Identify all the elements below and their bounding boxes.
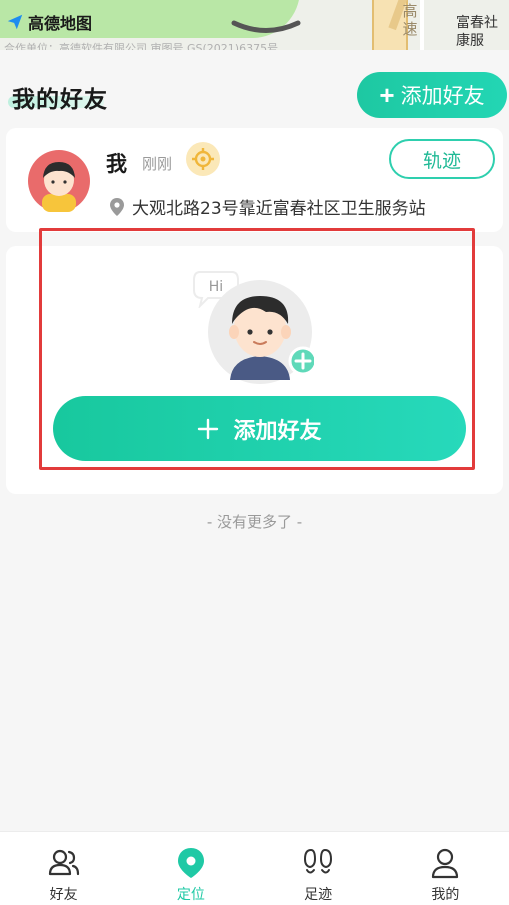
avatar <box>28 150 90 212</box>
my-address: 大观北路23号靠近富春社区卫生服务站 <box>110 194 426 219</box>
tab-profile[interactable]: 我的 <box>382 832 509 905</box>
map-brand-text: 高德地图 <box>28 14 93 33</box>
highlight-frame <box>39 228 475 470</box>
add-friend-button[interactable]: + 添加好友 <box>357 72 507 118</box>
bottom-tabbar: 好友 定位 足迹 我的 <box>0 831 509 905</box>
my-address-text: 大观北路23号靠近富春社区卫生服务站 <box>132 199 426 219</box>
section-header: 我的好友 <box>8 80 108 114</box>
list-end-text: - 没有更多了 - <box>206 513 303 531</box>
tab-label: 定位 <box>176 887 205 903</box>
location-pin-icon <box>177 848 204 878</box>
tab-label: 我的 <box>431 887 460 903</box>
tab-friends[interactable]: 好友 <box>0 832 127 905</box>
map-copyright: 合作单位：高德软件有限公司 审图号 GS(2021)6375号 <box>4 42 279 50</box>
friends-icon <box>48 849 79 876</box>
footprints-icon <box>304 848 333 874</box>
map-road <box>420 0 424 50</box>
plus-icon: + <box>379 80 395 110</box>
last-updated-time: 刚刚 <box>142 155 173 173</box>
my-name: 我 <box>106 152 127 176</box>
amap-logo-icon <box>7 14 23 30</box>
profile-icon <box>432 848 459 879</box>
my-location-card[interactable]: 我 刚刚 轨迹 大观北路23号靠近富春社区卫生服务站 <box>6 128 503 232</box>
trail-button[interactable]: 轨迹 <box>389 139 495 179</box>
map-view[interactable]: 高速 富春社康服 高德地图 合作单位：高德软件有限公司 审图号 GS(2021)… <box>0 0 509 50</box>
map-road-label: 高速 <box>402 2 418 38</box>
map-place-label: 富春社康服 <box>456 15 498 49</box>
map-brand-logo: 高德地图 <box>6 10 92 34</box>
add-friend-button-label: 添加好友 <box>400 85 485 108</box>
tab-label: 足迹 <box>304 887 333 903</box>
tab-footprints[interactable]: 足迹 <box>255 832 382 905</box>
tab-label: 好友 <box>49 887 78 903</box>
location-pin-icon <box>110 197 124 216</box>
page-title: 我的好友 <box>12 87 108 113</box>
tab-location[interactable]: 定位 <box>127 832 254 905</box>
chevron-down-icon[interactable] <box>230 20 302 34</box>
locate-badge[interactable] <box>186 142 220 176</box>
crosshair-icon <box>192 148 214 170</box>
